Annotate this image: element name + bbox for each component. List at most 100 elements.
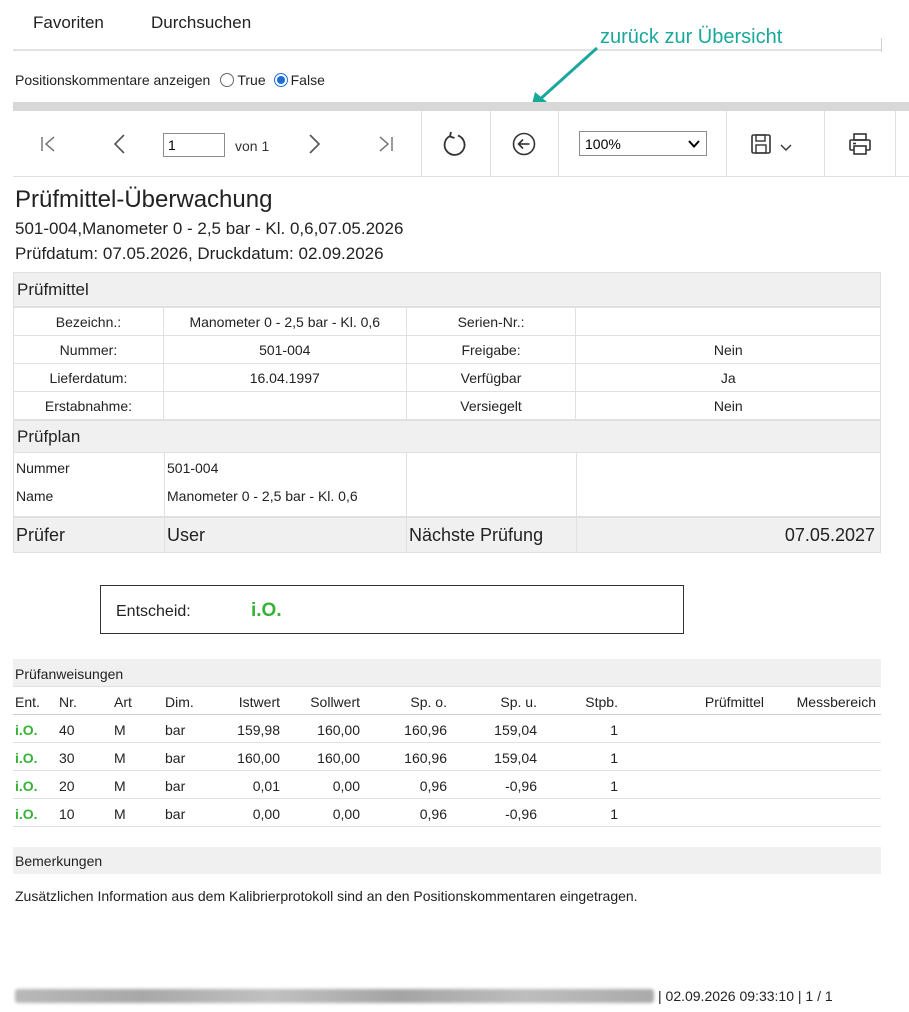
toolbar-separator	[421, 111, 422, 177]
save-icon	[751, 134, 771, 154]
report-title: Prüfmittel-Überwachung	[15, 186, 273, 213]
position-comments-option: Positionskommentare anzeigen True False	[15, 70, 325, 90]
report-footer: | 02.09.2026 09:33:10 | 1 / 1	[15, 987, 833, 1005]
table-cell: Manometer 0 - 2,5 bar - Kl. 0,6	[162, 307, 407, 336]
column-header: Ent.	[15, 694, 40, 710]
menu-browse[interactable]: Durchsuchen	[151, 13, 251, 33]
table-cell: 40	[59, 722, 75, 738]
table-cell: 0,96	[419, 806, 447, 822]
previous-page-button[interactable]	[103, 127, 137, 161]
toolbar-separator	[490, 111, 491, 177]
toolbar-separator	[824, 111, 825, 177]
table-cell: -0,96	[505, 806, 537, 822]
radio-true[interactable]	[220, 73, 235, 87]
pruefmittel-heading-text: Prüfmittel	[17, 279, 89, 299]
radio-true-label[interactable]: True	[237, 72, 265, 88]
table-cell: 0,00	[332, 778, 360, 794]
pruefer-label: Prüfer	[16, 525, 66, 545]
table-cell: 1	[610, 750, 618, 766]
table-cell: 1	[610, 722, 618, 738]
remarks-text: Zusätzlichen Information aus dem Kalibri…	[15, 888, 638, 904]
pruefplan-heading-text: Prüfplan	[17, 426, 81, 446]
table-cell: M	[114, 778, 126, 794]
refresh-button[interactable]	[438, 127, 472, 161]
back-to-overview-button[interactable]	[507, 127, 541, 161]
instructions-heading: Prüfanweisungen	[13, 659, 881, 686]
column-header: Prüfmittel	[704, 694, 764, 710]
table-row: i.O. 10 M bar 0,00 0,00 0,96 -0,96 1	[13, 799, 881, 827]
radio-false[interactable]	[273, 73, 288, 87]
report-toolbar: von 1 100%	[13, 111, 909, 177]
table-cell: Freigabe:	[405, 335, 577, 364]
table-cell: bar	[165, 778, 186, 794]
column-header: Nr.	[59, 694, 77, 710]
zoom-select[interactable]: 100%	[579, 131, 707, 156]
radio-false-label[interactable]: False	[291, 72, 325, 88]
first-page-button[interactable]	[31, 127, 65, 161]
pruefmittel-heading: Prüfmittel	[13, 272, 881, 307]
column-header: Dim.	[165, 694, 194, 710]
column-header: Sollwert	[310, 694, 360, 710]
decision-value: i.O.	[251, 600, 282, 621]
table-cell	[575, 307, 881, 336]
back-annotation-label: zurück zur Übersicht	[600, 26, 783, 48]
next-test-label: Nächste Prüfung	[409, 525, 544, 545]
result-cell: i.O.	[15, 722, 38, 738]
table-cell: Versiegelt	[405, 391, 577, 420]
column-header: Istwert	[238, 694, 280, 710]
page-number-input[interactable]	[163, 133, 225, 157]
table-cell: 160,00	[317, 722, 360, 738]
table-row: Erstabnahme: Versiegelt Nein	[13, 391, 881, 420]
table-cell: Lieferdatum:	[13, 363, 164, 392]
report-subtitle-device: 501-004,Manometer 0 - 2,5 bar - Kl. 0,6,…	[15, 219, 404, 238]
page-count-label: von 1	[235, 138, 270, 154]
next-page-button[interactable]	[297, 127, 331, 161]
chevron-right-icon	[309, 134, 321, 154]
column-header: Sp. u.	[500, 694, 537, 710]
pruefplan-heading: Prüfplan	[13, 420, 881, 453]
menu-favorites[interactable]: Favoriten	[33, 13, 104, 33]
column-header: Sp. o.	[410, 694, 447, 710]
table-cell: 0,01	[252, 778, 280, 794]
toolbar-separator	[558, 111, 559, 177]
table-cell: M	[114, 722, 126, 738]
table-cell: 159,04	[494, 750, 537, 766]
table-cell: 30	[59, 750, 75, 766]
export-button[interactable]	[749, 127, 805, 161]
first-page-icon	[41, 136, 55, 152]
table-cell: 0,00	[332, 806, 360, 822]
table-cell: 160,96	[404, 722, 447, 738]
column-divider	[406, 453, 407, 516]
instructions-header-row: Ent. Nr. Art Dim. Istwert Sollwert Sp. o…	[13, 686, 881, 715]
column-header: Art	[114, 694, 132, 710]
table-cell: 159,04	[494, 722, 537, 738]
table-row: Lieferdatum: 16.04.1997 Verfügbar Ja	[13, 363, 881, 392]
table-cell: Ja	[575, 363, 881, 392]
toolbar-top-bar	[13, 102, 909, 111]
decision-label: Entscheid:	[116, 603, 191, 620]
result-cell: i.O.	[15, 750, 38, 766]
footer-print-info: | 02.09.2026 09:33:10 | 1 / 1	[658, 988, 833, 1004]
column-header: Messbereich	[796, 694, 876, 710]
table-cell: 16.04.1997	[162, 363, 407, 392]
back-arrow-circle-icon	[512, 132, 536, 156]
chevron-down-icon	[780, 144, 792, 151]
table-cell: 1	[610, 806, 618, 822]
table-cell: -0,96	[505, 778, 537, 794]
pruefmittel-table: Bezeichn.: Manometer 0 - 2,5 bar - Kl. 0…	[13, 307, 881, 420]
column-divider	[406, 518, 407, 552]
table-cell: 160,00	[237, 750, 280, 766]
print-button[interactable]	[843, 127, 877, 161]
pruefplan-nummer-label: Nummer	[16, 460, 70, 476]
table-cell: M	[114, 806, 126, 822]
pruefer-value: User	[167, 525, 206, 545]
chevron-left-icon	[113, 134, 125, 154]
annotation-arrow-icon	[531, 46, 599, 108]
table-row: Nummer: 501-004 Freigabe: Nein	[13, 335, 881, 364]
table-cell: Verfügbar	[405, 363, 577, 392]
table-cell: bar	[165, 722, 186, 738]
toolbar-separator	[895, 111, 896, 177]
zoom-value: 100%	[585, 135, 621, 152]
pruefplan-name-value: Manometer 0 - 2,5 bar - Kl. 0,6	[167, 488, 358, 504]
last-page-button[interactable]	[369, 127, 403, 161]
